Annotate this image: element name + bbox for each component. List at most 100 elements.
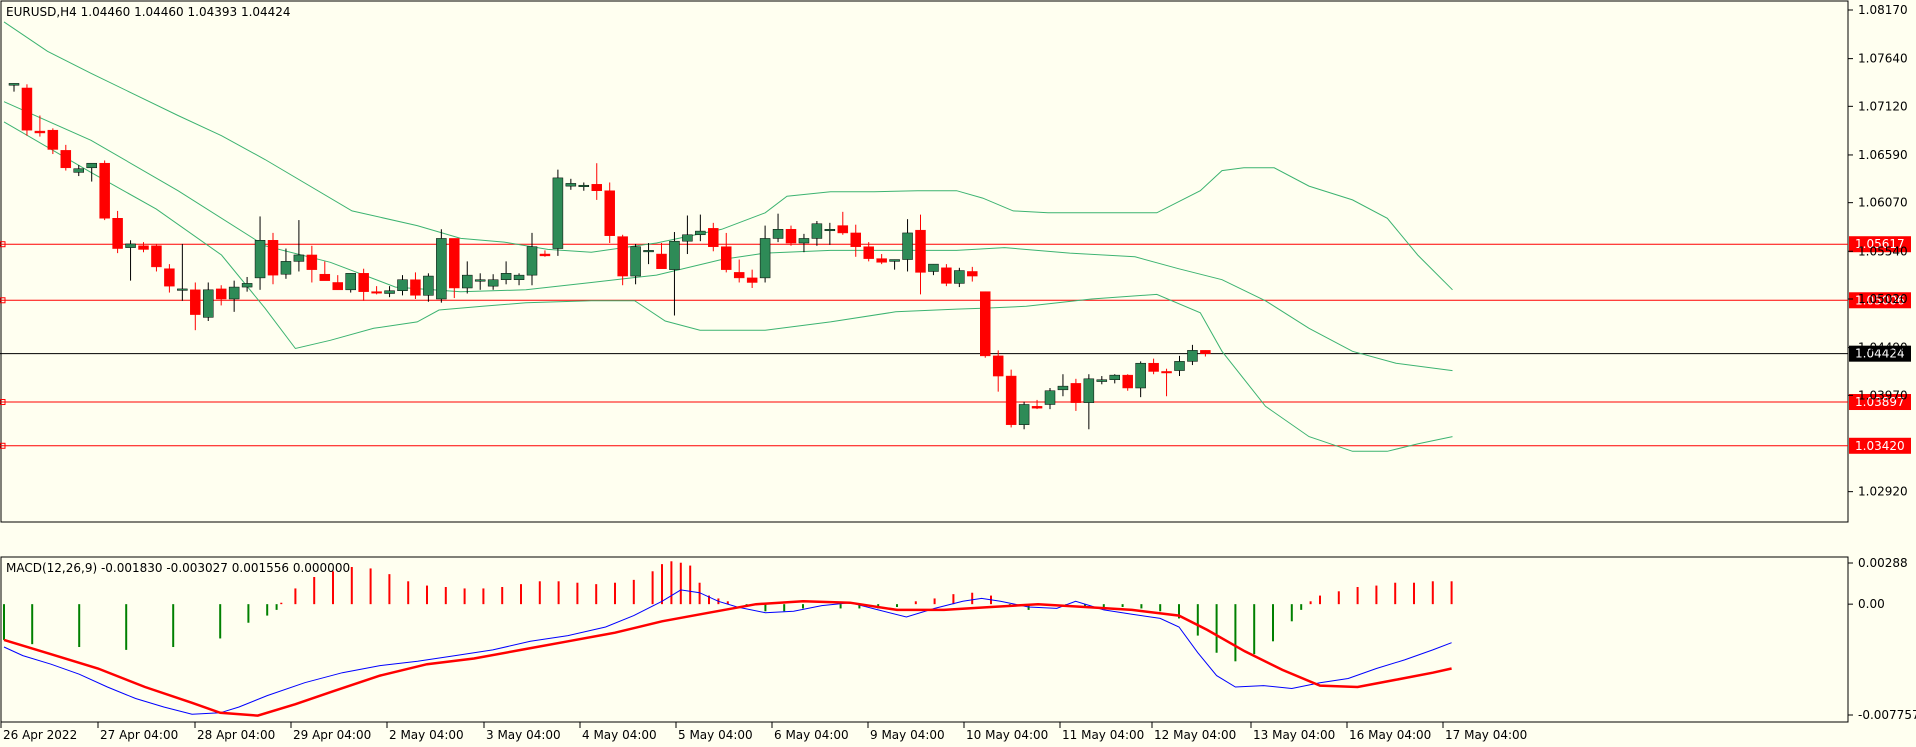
candle-body	[138, 245, 149, 250]
x-tick-label: 13 May 04:00	[1253, 728, 1335, 742]
candle-body	[384, 290, 395, 294]
candle-body	[759, 238, 771, 279]
candle-body	[656, 253, 667, 269]
candle-body	[371, 291, 382, 294]
candle-body	[941, 267, 952, 284]
candle-body	[47, 129, 59, 150]
x-tick-label: 26 Apr 2022	[3, 728, 77, 742]
candle-body	[1070, 383, 1082, 403]
candle	[99, 160, 110, 221]
candle-body	[798, 238, 810, 244]
y-tick-label: 1.05540	[1858, 244, 1908, 258]
candle-body	[513, 274, 525, 280]
price-header: EURUSD,H4 1.04460 1.04460 1.04393 1.0442…	[6, 5, 291, 19]
candle-body	[811, 223, 823, 239]
candle-body	[565, 183, 577, 187]
candle-body	[1057, 385, 1069, 391]
y-tick-label: 1.06070	[1858, 196, 1908, 210]
candle-body	[267, 240, 279, 276]
candle-body	[358, 273, 369, 292]
candle-body	[539, 253, 551, 257]
y-tick-label: 1.03970	[1858, 388, 1908, 402]
candle-body	[915, 229, 926, 273]
x-tick-label: 6 May 04:00	[774, 728, 849, 742]
x-tick-label: 5 May 04:00	[678, 728, 753, 742]
macd-y-tick-label: 0.00	[1858, 597, 1885, 611]
candle-body	[967, 271, 978, 277]
y-tick-label: 1.07640	[1858, 52, 1908, 66]
candle-body	[578, 184, 590, 187]
x-tick-label: 17 May 04:00	[1445, 728, 1527, 742]
chart-background	[0, 0, 1916, 747]
candle-body	[190, 289, 201, 315]
candle-body	[682, 234, 693, 242]
candle	[345, 273, 356, 293]
candle-body	[112, 218, 123, 249]
candle-body	[254, 240, 266, 279]
candle-body	[1148, 362, 1159, 372]
candle-body	[850, 232, 861, 247]
candle-body	[1018, 404, 1030, 425]
candle-body	[8, 83, 20, 86]
candle-body	[241, 283, 253, 288]
candle-body	[462, 274, 473, 289]
candle-body	[1083, 378, 1095, 403]
candle-body	[1135, 362, 1146, 389]
candle-body	[319, 273, 331, 281]
y-tick-label: 1.07120	[1858, 99, 1908, 113]
candle-body	[785, 229, 797, 244]
candle-body	[837, 225, 849, 234]
candle-body	[125, 243, 136, 248]
candle-body	[73, 168, 84, 173]
candle-body	[992, 355, 1004, 377]
candle-body	[902, 232, 913, 260]
candle-body	[332, 282, 343, 291]
x-tick-label: 27 Apr 04:00	[100, 728, 178, 742]
x-tick-label: 9 May 04:00	[870, 728, 945, 742]
candle-body	[436, 238, 447, 300]
candle-body	[423, 275, 434, 296]
candle	[552, 169, 564, 256]
candle-body	[86, 162, 97, 169]
macd-y-tick-label: 0.00288	[1858, 556, 1908, 570]
x-tick-label: 12 May 04:00	[1154, 728, 1236, 742]
candle-body	[60, 150, 72, 169]
candle-body	[449, 238, 460, 289]
candle-body	[164, 268, 175, 287]
candle-body	[1096, 379, 1108, 382]
candle-body	[306, 254, 318, 270]
x-tick-label: 2 May 04:00	[389, 728, 464, 742]
candle-body	[1200, 350, 1211, 354]
candle-body	[604, 190, 615, 236]
y-tick-label: 1.06590	[1858, 148, 1908, 162]
macd-header: MACD(12,26,9) -0.001830 -0.003027 0.0015…	[6, 561, 350, 575]
candle-body	[345, 273, 356, 291]
candle-body	[721, 246, 732, 270]
x-tick-label: 29 Apr 04:00	[293, 728, 371, 742]
candle	[604, 182, 615, 244]
x-tick-label: 4 May 04:00	[582, 728, 657, 742]
chart-root: 1.056171.050061.044241.038971.034201.081…	[0, 0, 1916, 747]
candle-body	[228, 286, 240, 300]
candle	[1005, 369, 1017, 428]
x-tick-label: 28 Apr 04:00	[197, 728, 275, 742]
candle-body	[526, 246, 538, 276]
candle-body	[487, 279, 499, 287]
x-tick-label: 10 May 04:00	[966, 728, 1048, 742]
y-tick-label: 1.04490	[1858, 341, 1908, 355]
candle-body	[746, 277, 758, 283]
candle-body	[1161, 371, 1172, 374]
candle-body	[552, 177, 564, 249]
candle-body	[630, 246, 641, 277]
x-tick-label: 16 May 04:00	[1349, 728, 1431, 742]
candle-body	[500, 273, 512, 280]
candle-body	[1005, 375, 1017, 425]
candle	[980, 291, 991, 358]
y-tick-label: 1.02920	[1858, 485, 1908, 499]
x-tick-label: 11 May 04:00	[1062, 728, 1144, 742]
candle-body	[708, 228, 719, 247]
candle-body	[203, 289, 214, 318]
candle-body	[733, 272, 745, 279]
candle-body	[876, 258, 887, 263]
candle-body	[215, 288, 227, 300]
